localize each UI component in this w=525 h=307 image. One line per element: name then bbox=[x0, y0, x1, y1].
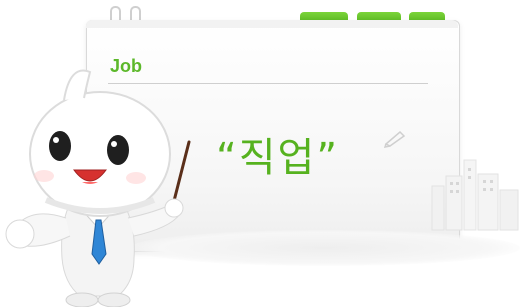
korean-word: “직업” bbox=[216, 135, 340, 181]
pointer-stick-icon bbox=[172, 140, 191, 203]
city-buildings-icon bbox=[431, 159, 519, 231]
job-card-scene: Job “직업” bbox=[0, 0, 525, 307]
mascot-character bbox=[5, 69, 191, 307]
pencil-icon bbox=[384, 130, 406, 148]
board-top-strip bbox=[86, 20, 458, 28]
